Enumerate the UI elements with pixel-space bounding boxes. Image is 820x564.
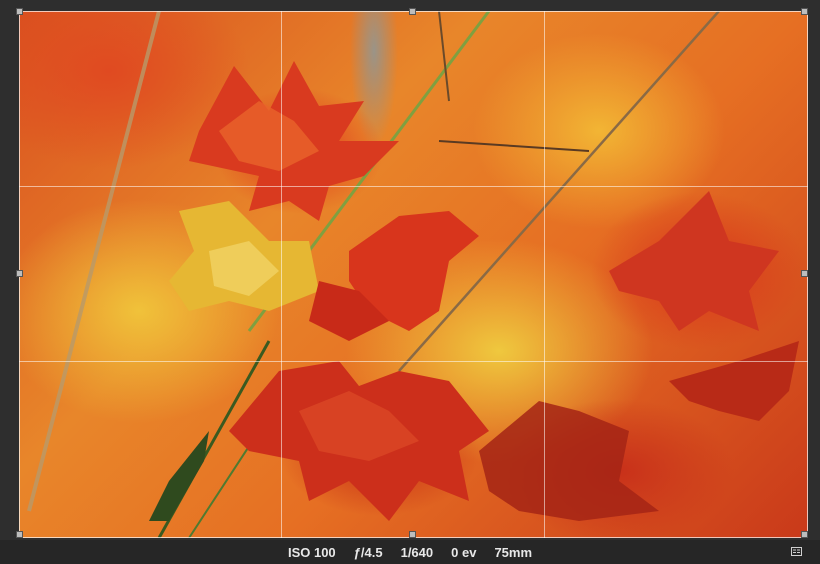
crop-handle-top[interactable]: [409, 8, 416, 15]
thirds-grid-vertical-2: [544, 11, 545, 538]
thirds-grid-vertical-1: [281, 11, 282, 538]
iso-value: ISO 100: [287, 544, 336, 560]
crop-handle-right[interactable]: [801, 270, 808, 277]
aperture-value: ƒ/4.5: [353, 544, 383, 560]
crop-handle-bottom-right[interactable]: [801, 531, 808, 538]
exposure-bias-value: 0 ev: [451, 544, 477, 560]
exif-info-bar: ISO 100 ƒ/4.5 1/640 0 ev 75mm: [0, 540, 820, 564]
crop-handle-top-left[interactable]: [16, 8, 23, 15]
crop-handle-bottom[interactable]: [409, 531, 416, 538]
autumn-leaves-photo: [27, 11, 799, 538]
crop-handle-top-right[interactable]: [801, 8, 808, 15]
shutter-speed-value: 1/640: [400, 544, 434, 560]
crop-handle-bottom-left[interactable]: [16, 531, 23, 538]
thirds-grid-horizontal-1: [19, 186, 808, 187]
focal-length-value: 75mm: [494, 544, 533, 560]
thirds-grid-horizontal-2: [19, 361, 808, 362]
photo-canvas[interactable]: [19, 11, 808, 538]
crop-handle-left[interactable]: [16, 270, 23, 277]
info-panel-icon[interactable]: [791, 547, 802, 556]
image-viewer: ISO 100 ƒ/4.5 1/640 0 ev 75mm: [0, 0, 820, 564]
